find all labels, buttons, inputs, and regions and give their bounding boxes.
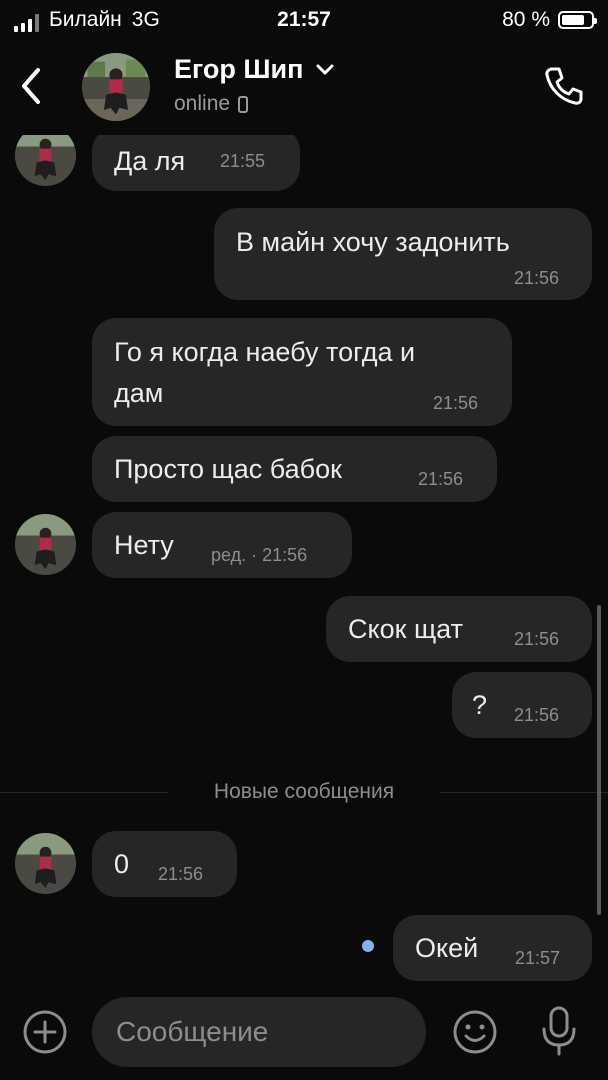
message-bubble-out[interactable]: Окей 21:57 [393,915,592,981]
divider-line [440,792,608,793]
message-time: 21:56 [158,864,204,884]
chevron-down-icon [316,64,334,74]
message-time: 21:56 [514,629,560,649]
message-time: 21:56 [433,393,479,413]
scrollbar[interactable] [597,605,601,915]
message-text: Нету [114,530,174,560]
unread-indicator [362,940,374,952]
message-time: 21:56 [514,705,560,725]
message-bubble-in[interactable]: Да ля 21:55 [92,135,300,191]
message-bubble-in[interactable]: Го я когда наебу тогда и дам 21:56 [92,318,512,426]
message-text: 0 [114,849,130,879]
microphone-icon[interactable] [538,1005,580,1057]
contact-name-text: Егор Шип [174,54,304,84]
message-avatar[interactable] [15,833,76,894]
message-time: 21:55 [220,151,266,171]
message-bubble-out[interactable]: Скок щат 21:56 [326,596,592,662]
message-text: Скок щат [348,614,463,644]
message-composer: Сообщение [0,995,608,1080]
message-text: ? [472,690,488,720]
message-bubble-in[interactable]: Просто щас бабок 21:56 [92,436,497,502]
message-text: Окей [415,933,479,963]
battery-level [562,15,585,25]
contact-name[interactable]: Егор Шип [174,54,335,85]
contact-status: online [174,92,249,116]
message-list[interactable]: Да ля 21:55 В майн хочу задонить 21:56 Г… [0,135,608,995]
message-bubble-out[interactable]: ? 21:56 [452,672,592,738]
message-input-placeholder: Сообщение [116,1016,269,1047]
smile-icon[interactable] [452,1009,498,1055]
message-text-line1: Го я когда наебу тогда и [114,337,416,367]
phone-icon[interactable] [542,64,586,108]
contact-status-text: online [174,92,231,115]
status-right: 80 % [502,8,597,32]
message-time: 21:56 [418,469,464,489]
message-time-edited: ред. · 21:56 [211,545,308,565]
battery-icon [558,11,597,29]
mobile-icon [238,95,249,113]
message-text: Просто щас бабок [114,454,342,484]
message-input[interactable]: Сообщение [92,997,426,1067]
message-bubble-in[interactable]: Нету ред. · 21:56 [92,512,352,578]
message-text: В майн хочу задонить [236,227,510,257]
plus-circle-icon[interactable] [22,1009,68,1055]
message-time: 21:56 [514,268,560,288]
message-avatar[interactable] [15,135,76,186]
message-text-line2: дам [114,378,164,408]
message-bubble-in[interactable]: 0 21:56 [92,831,237,897]
message-time: 21:57 [515,948,561,968]
message-text: Да ля [114,146,186,176]
status-bar: Билайн 3G 21:57 80 % [0,0,608,40]
chat-header: Егор Шип online [0,40,608,135]
chevron-left-icon[interactable] [14,64,48,108]
contact-avatar[interactable] [82,53,150,121]
message-avatar[interactable] [15,514,76,575]
new-messages-divider: Новые сообщения [0,780,608,804]
battery-percent: 80 % [502,8,550,31]
message-bubble-out[interactable]: В майн хочу задонить 21:56 [214,208,592,300]
